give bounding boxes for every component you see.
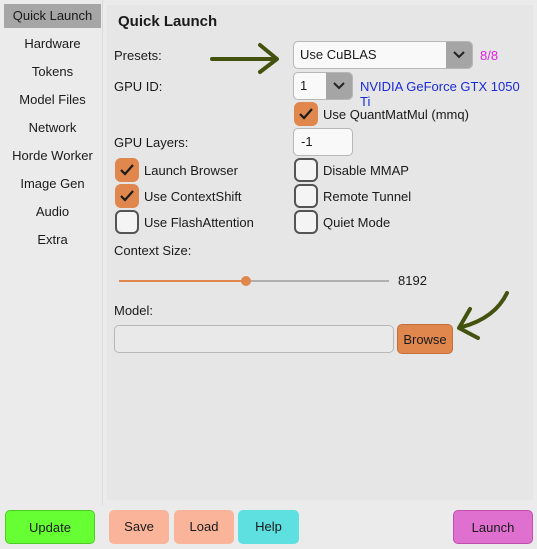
remote-tunnel-label: Remote Tunnel bbox=[323, 189, 412, 204]
sidebar-item-image-gen[interactable]: Image Gen bbox=[4, 172, 101, 196]
sidebar-item-hardware[interactable]: Hardware bbox=[4, 32, 101, 56]
sidebar-item-extra[interactable]: Extra bbox=[4, 228, 101, 252]
sidebar-item-audio[interactable]: Audio bbox=[4, 200, 101, 224]
presets-value: Use CuBLAS bbox=[300, 47, 377, 62]
sidebar-item-quick-launch[interactable]: Quick Launch bbox=[4, 4, 101, 28]
context-size-slider-fill bbox=[119, 280, 246, 282]
context-size-label: Context Size: bbox=[114, 243, 192, 258]
sidebar: Quick Launch Hardware Tokens Model Files… bbox=[0, 0, 103, 505]
help-button[interactable]: Help bbox=[238, 510, 299, 544]
use-contextshift-checkbox[interactable] bbox=[115, 184, 139, 208]
presets-select[interactable]: Use CuBLAS bbox=[293, 41, 473, 69]
save-button[interactable]: Save bbox=[109, 510, 169, 544]
browse-button[interactable]: Browse bbox=[397, 324, 453, 354]
launch-button[interactable]: Launch bbox=[453, 510, 533, 544]
gpu-id-value: 1 bbox=[300, 78, 308, 93]
quantmatmul-checkbox[interactable] bbox=[294, 102, 318, 126]
use-flashattention-checkbox[interactable] bbox=[115, 210, 139, 234]
presets-count: 8/8 bbox=[480, 48, 499, 63]
use-flashattention-label: Use FlashAttention bbox=[144, 215, 254, 230]
sidebar-item-tokens[interactable]: Tokens bbox=[4, 60, 101, 84]
launch-browser-checkbox[interactable] bbox=[115, 158, 139, 182]
load-button[interactable]: Load bbox=[174, 510, 234, 544]
context-size-slider-knob[interactable] bbox=[240, 276, 251, 286]
quiet-mode-label: Quiet Mode bbox=[323, 215, 391, 230]
model-label: Model: bbox=[114, 303, 154, 318]
use-contextshift-label: Use ContextShift bbox=[144, 189, 242, 204]
remote-tunnel-checkbox[interactable] bbox=[294, 184, 318, 208]
quick-launch-panel: Quick Launch Presets: Use CuBLAS 8/8 GPU… bbox=[107, 5, 533, 500]
model-input[interactable] bbox=[114, 325, 394, 353]
gpu-name: NVIDIA GeForce GTX 1050 Ti bbox=[360, 79, 520, 109]
gpu-layers-input[interactable]: -1 bbox=[293, 128, 353, 156]
launch-browser-label: Launch Browser bbox=[144, 163, 238, 178]
disable-mmap-checkbox[interactable] bbox=[294, 158, 318, 182]
check-icon bbox=[120, 190, 134, 202]
disable-mmap-label: Disable MMAP bbox=[323, 163, 409, 178]
quiet-mode-checkbox[interactable] bbox=[294, 210, 318, 234]
gpu-id-select[interactable]: 1 bbox=[293, 72, 353, 100]
context-size-value: 8192 bbox=[398, 273, 427, 288]
quantmatmul-label: Use QuantMatMul (mmq) bbox=[323, 107, 469, 122]
sidebar-item-horde-worker[interactable]: Horde Worker bbox=[4, 144, 101, 168]
check-icon bbox=[299, 108, 313, 120]
check-icon bbox=[120, 164, 134, 176]
sidebar-item-network[interactable]: Network bbox=[4, 116, 101, 140]
presets-label: Presets: bbox=[114, 48, 162, 63]
chevron-down-icon[interactable] bbox=[446, 42, 472, 68]
update-button[interactable]: Update bbox=[5, 510, 95, 544]
gpu-id-label: GPU ID: bbox=[114, 79, 163, 94]
gpu-layers-label: GPU Layers: bbox=[114, 135, 189, 150]
sidebar-item-model-files[interactable]: Model Files bbox=[4, 88, 101, 112]
page-title: Quick Launch bbox=[118, 13, 218, 30]
chevron-down-icon[interactable] bbox=[326, 73, 352, 99]
